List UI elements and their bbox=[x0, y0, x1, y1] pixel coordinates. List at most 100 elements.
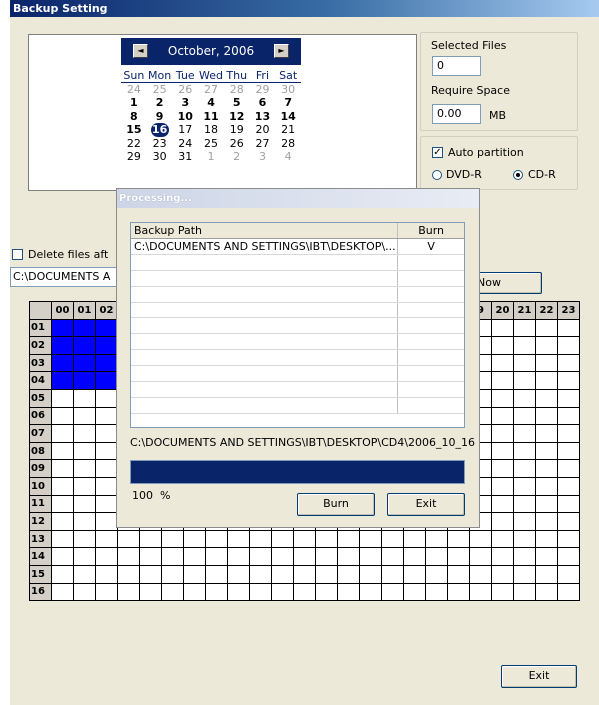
schedule-cell[interactable] bbox=[513, 406, 536, 426]
schedule-cell[interactable] bbox=[227, 564, 250, 584]
schedule-cell[interactable] bbox=[95, 512, 118, 531]
schedule-cell[interactable] bbox=[73, 459, 96, 478]
schedule-cell[interactable] bbox=[95, 318, 118, 338]
schedule-cell[interactable] bbox=[557, 529, 580, 549]
schedule-cell[interactable] bbox=[513, 441, 536, 461]
schedule-cell[interactable] bbox=[51, 318, 74, 338]
schedule-cell[interactable] bbox=[51, 494, 74, 514]
schedule-cell[interactable] bbox=[73, 512, 96, 531]
schedule-cell[interactable] bbox=[403, 547, 426, 566]
schedule-cell[interactable] bbox=[51, 353, 74, 373]
schedule-cell[interactable] bbox=[491, 371, 514, 390]
schedule-cell[interactable] bbox=[513, 547, 536, 566]
calendar-day[interactable]: 24 bbox=[172, 137, 198, 151]
schedule-cell[interactable] bbox=[491, 441, 514, 461]
schedule-cell[interactable] bbox=[73, 564, 96, 584]
schedule-cell[interactable] bbox=[293, 564, 316, 584]
schedule-cell[interactable] bbox=[381, 582, 404, 602]
schedule-cell[interactable] bbox=[271, 547, 294, 566]
schedule-cell[interactable] bbox=[73, 547, 96, 566]
schedule-cell[interactable] bbox=[315, 564, 338, 584]
schedule-cell[interactable] bbox=[315, 547, 338, 566]
schedule-cell[interactable] bbox=[271, 529, 294, 549]
calendar-day[interactable]: 2 bbox=[147, 96, 173, 110]
schedule-cell[interactable] bbox=[73, 582, 96, 602]
calendar-day[interactable]: 5 bbox=[224, 96, 250, 110]
schedule-cell[interactable] bbox=[513, 564, 536, 584]
processing-exit-button[interactable]: Exit bbox=[387, 493, 465, 516]
calendar-day[interactable]: 31 bbox=[172, 150, 198, 164]
schedule-cell[interactable] bbox=[425, 529, 448, 549]
auto-partition-option[interactable]: ✓ Auto partition bbox=[432, 146, 524, 159]
calendar-day[interactable]: 13 bbox=[250, 110, 276, 124]
schedule-cell[interactable] bbox=[95, 494, 118, 514]
schedule-cell[interactable] bbox=[293, 547, 316, 566]
schedule-cell[interactable] bbox=[95, 371, 118, 390]
list-item[interactable] bbox=[131, 334, 464, 351]
schedule-cell[interactable] bbox=[381, 529, 404, 549]
schedule-cell[interactable] bbox=[293, 582, 316, 602]
calendar-day[interactable]: 24 bbox=[121, 83, 147, 97]
schedule-cell[interactable] bbox=[183, 564, 206, 584]
schedule-cell[interactable] bbox=[205, 564, 228, 584]
schedule-cell[interactable] bbox=[425, 564, 448, 584]
schedule-cell[interactable] bbox=[117, 547, 140, 566]
day-row-header[interactable]: 12 bbox=[29, 512, 52, 531]
schedule-cell[interactable] bbox=[293, 529, 316, 549]
schedule-cell[interactable] bbox=[513, 582, 536, 602]
schedule-cell[interactable] bbox=[359, 582, 382, 602]
calendar-day[interactable]: 23 bbox=[147, 137, 173, 151]
day-row-header[interactable]: 15 bbox=[29, 564, 52, 584]
day-row-header[interactable]: 10 bbox=[29, 476, 52, 496]
schedule-cell[interactable] bbox=[139, 582, 162, 602]
now-button[interactable]: Now bbox=[470, 272, 542, 294]
calendar-day[interactable]: 10 bbox=[172, 110, 198, 124]
calendar-day[interactable]: 4 bbox=[275, 150, 301, 164]
schedule-cell[interactable] bbox=[513, 494, 536, 514]
schedule-cell[interactable] bbox=[51, 582, 74, 602]
list-item[interactable] bbox=[131, 286, 464, 303]
schedule-cell[interactable] bbox=[513, 424, 536, 443]
schedule-cell[interactable] bbox=[557, 406, 580, 426]
calendar-day[interactable]: 15 bbox=[121, 123, 147, 137]
calendar-day[interactable]: 1 bbox=[121, 96, 147, 110]
schedule-cell[interactable] bbox=[271, 564, 294, 584]
schedule-cell[interactable] bbox=[249, 582, 272, 602]
schedule-cell[interactable] bbox=[513, 336, 536, 355]
list-item[interactable] bbox=[131, 366, 464, 383]
calendar-day[interactable]: 8 bbox=[121, 110, 147, 124]
schedule-cell[interactable] bbox=[469, 564, 492, 584]
calendar-day[interactable]: 30 bbox=[147, 150, 173, 164]
list-item[interactable] bbox=[131, 350, 464, 367]
calendar-day[interactable]: 6 bbox=[250, 96, 276, 110]
calendar-day[interactable]: 25 bbox=[147, 83, 173, 97]
schedule-cell[interactable] bbox=[513, 388, 536, 408]
schedule-cell[interactable] bbox=[535, 441, 558, 461]
require-space-field[interactable]: 0.00 bbox=[432, 104, 481, 124]
schedule-cell[interactable] bbox=[513, 476, 536, 496]
schedule-cell[interactable] bbox=[51, 441, 74, 461]
schedule-cell[interactable] bbox=[117, 529, 140, 549]
calendar-day[interactable]: 3 bbox=[250, 150, 276, 164]
day-row-header[interactable]: 01 bbox=[29, 318, 52, 338]
schedule-cell[interactable] bbox=[51, 476, 74, 496]
day-row-header[interactable]: 07 bbox=[29, 424, 52, 443]
calendar-day[interactable]: 3 bbox=[172, 96, 198, 110]
schedule-cell[interactable] bbox=[139, 564, 162, 584]
schedule-cell[interactable] bbox=[491, 494, 514, 514]
schedule-cell[interactable] bbox=[73, 494, 96, 514]
calendar-day[interactable]: 26 bbox=[172, 83, 198, 97]
schedule-cell[interactable] bbox=[73, 371, 96, 390]
schedule-cell[interactable] bbox=[359, 564, 382, 584]
backup-path-list[interactable]: Backup Path Burn C:\DOCUMENTS AND SETTIN… bbox=[130, 222, 465, 428]
schedule-cell[interactable] bbox=[513, 353, 536, 373]
exit-button[interactable]: Exit bbox=[501, 665, 577, 688]
schedule-cell[interactable] bbox=[535, 371, 558, 390]
schedule-cell[interactable] bbox=[491, 529, 514, 549]
schedule-cell[interactable] bbox=[95, 547, 118, 566]
schedule-cell[interactable] bbox=[557, 353, 580, 373]
calendar-day[interactable]: 4 bbox=[198, 96, 224, 110]
calendar-day[interactable]: 28 bbox=[275, 137, 301, 151]
day-row-header[interactable]: 04 bbox=[29, 371, 52, 390]
schedule-cell[interactable] bbox=[95, 441, 118, 461]
